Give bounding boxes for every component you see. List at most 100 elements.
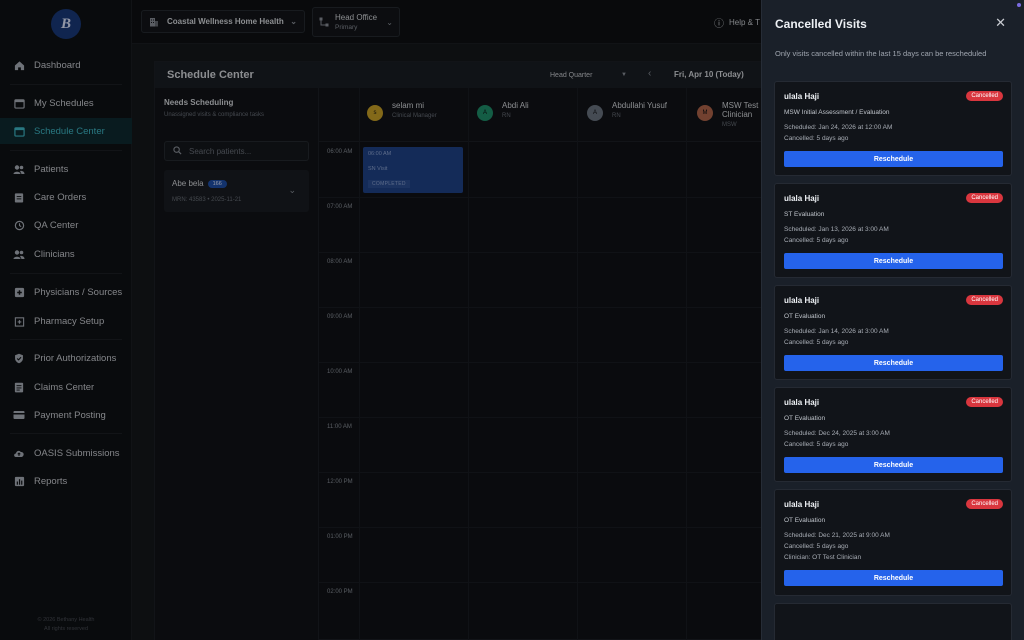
- sidebar-item-label: OASIS Submissions: [34, 447, 120, 459]
- close-icon[interactable]: ✕: [995, 15, 1006, 31]
- office-select[interactable]: Head Office Primary ⌄: [312, 7, 400, 37]
- sidebar-item-label: Prior Authorizations: [34, 352, 117, 364]
- reschedule-button[interactable]: Reschedule: [784, 457, 1003, 473]
- clinician-column-header[interactable]: A Abdi Ali RN: [477, 101, 529, 129]
- sidebar-item-prior-authorizations[interactable]: Prior Authorizations: [0, 345, 132, 371]
- sidebar-item-my-schedules[interactable]: My Schedules: [0, 90, 132, 116]
- avatar: A: [587, 105, 603, 121]
- scheduled-time: Scheduled: Jan 14, 2026 at 3:00 AM: [784, 328, 889, 335]
- cancelled-visit-card: ulala Haji Cancelled OT Evaluation Sched…: [774, 387, 1012, 482]
- location-label: Head Quarter: [550, 71, 593, 79]
- scheduled-time: Scheduled: Dec 21, 2025 at 9:00 AM: [784, 532, 890, 539]
- chevron-down-icon[interactable]: ⌄: [288, 185, 296, 196]
- clinician-column-header[interactable]: s selam mi Clinical Manager: [367, 101, 437, 129]
- sidebar-item-reports[interactable]: Reports: [0, 468, 132, 494]
- caret-down-icon: ▼: [621, 72, 627, 78]
- logo: B: [51, 9, 81, 39]
- home-icon: [13, 59, 25, 71]
- scheduled-time: Scheduled: Jan 13, 2026 at 3:00 AM: [784, 226, 889, 233]
- patient-name-row: Abe bela 166: [172, 179, 227, 188]
- nav-divider: [10, 84, 122, 85]
- status-badge: Cancelled: [966, 91, 1003, 101]
- cancelled-time: Cancelled: 5 days ago: [784, 543, 849, 550]
- visit-type: OT Evaluation: [784, 313, 826, 320]
- status-badge: Cancelled: [966, 499, 1003, 509]
- cloud-upload-icon: [13, 447, 25, 459]
- sidebar-item-payment-posting[interactable]: Payment Posting: [0, 402, 132, 428]
- nav-divider: [10, 273, 122, 274]
- copyright-line: All rights reserved: [43, 626, 89, 632]
- medical-plus-icon: [13, 286, 25, 298]
- help-button[interactable]: ⓘ Help & T: [714, 15, 760, 30]
- search-placeholder: Search patients...: [189, 146, 252, 156]
- visit-type: OT Evaluation: [784, 415, 826, 422]
- sidebar-item-label: Reports: [34, 475, 68, 487]
- clinician-line: Clinician: OT Test Clinician: [784, 554, 862, 561]
- patient-name: ulala Haji: [784, 296, 820, 305]
- org-tree-icon: [319, 17, 329, 27]
- search-patients-input[interactable]: Search patients...: [164, 141, 309, 161]
- drawer-title: Cancelled Visits: [775, 17, 867, 31]
- reschedule-button[interactable]: Reschedule: [784, 151, 1003, 167]
- sidebar-item-label: Pharmacy Setup: [34, 315, 105, 327]
- cancelled-visit-card: ulala Haji Cancelled ST Evaluation Sched…: [774, 183, 1012, 278]
- event-type: SN Visit: [368, 166, 388, 172]
- app-root: B Dashboard My Schedules Schedule Center…: [0, 0, 1024, 640]
- users-icon: [13, 248, 25, 260]
- sidebar-item-label: Schedule Center: [34, 125, 105, 137]
- current-date: Fri, Apr 10 (Today): [674, 70, 744, 79]
- cancelled-time: Cancelled: 5 days ago: [784, 237, 849, 244]
- sidebar-item-care-orders[interactable]: Care Orders: [0, 184, 132, 210]
- avatar: s: [367, 105, 383, 121]
- sidebar-item-schedule-center[interactable]: Schedule Center: [0, 118, 132, 144]
- sidebar-item-qa-center[interactable]: QA Center: [0, 212, 132, 238]
- cancelled-time: Cancelled: 5 days ago: [784, 339, 849, 346]
- sidebar-item-clinicians[interactable]: Clinicians: [0, 241, 132, 267]
- chevron-down-icon: ⌄: [290, 17, 297, 26]
- notification-dot: [1017, 3, 1021, 7]
- grid-divider: [686, 88, 687, 640]
- cancelled-visit-card: ulala Haji Cancelled OT Evaluation Sched…: [774, 489, 1012, 596]
- sidebar-item-patients[interactable]: Patients: [0, 156, 132, 182]
- time-label: 11:00 AM: [327, 424, 352, 430]
- reschedule-button[interactable]: Reschedule: [784, 570, 1003, 586]
- sidebar-item-physicians-sources[interactable]: Physicians / Sources: [0, 279, 132, 305]
- grid-divider: [468, 88, 469, 640]
- patient-name: ulala Haji: [784, 92, 820, 101]
- count-badge: 166: [207, 179, 227, 188]
- sidebar-item-dashboard[interactable]: Dashboard: [0, 52, 132, 78]
- time-label: 02:00 PM: [327, 589, 353, 595]
- previous-day-button[interactable]: ‹: [648, 68, 651, 79]
- patient-name: ulala Haji: [784, 398, 820, 407]
- location-select[interactable]: Head Quarter ▼: [545, 67, 631, 83]
- visit-type: MSW Initial Assessment / Evaluation: [784, 109, 890, 116]
- building-icon: [149, 17, 159, 27]
- reschedule-button[interactable]: Reschedule: [784, 253, 1003, 269]
- cancelled-time: Cancelled: 5 days ago: [784, 441, 849, 448]
- sidebar-item-pharmacy-setup[interactable]: Pharmacy Setup: [0, 308, 132, 334]
- chart-icon: [13, 475, 25, 487]
- document-icon: [13, 381, 25, 393]
- office-name: Head Office: [335, 13, 378, 22]
- reschedule-button[interactable]: Reschedule: [784, 355, 1003, 371]
- sidebar-item-claims-center[interactable]: Claims Center: [0, 374, 132, 400]
- patient-card[interactable]: Abe bela 166 MRN: 43583 • 2025-11-21 ⌄: [164, 170, 309, 212]
- office-subtitle: Primary: [335, 24, 358, 31]
- cancelled-visits-drawer: Cancelled Visits ✕ Only visits cancelled…: [761, 0, 1024, 640]
- sidebar-item-label: Care Orders: [34, 191, 87, 203]
- organization-select[interactable]: Coastal Wellness Home Health ⌄: [141, 10, 305, 33]
- sidebar-item-label: Clinicians: [34, 248, 75, 260]
- clinician-info: Abdullahi Yusuf RN: [612, 101, 667, 119]
- page-title: Schedule Center: [167, 69, 254, 81]
- clinician-name: Abdullahi Yusuf: [612, 101, 668, 110]
- needs-scheduling-title: Needs Scheduling: [164, 98, 234, 107]
- sidebar-item-label: My Schedules: [34, 97, 94, 109]
- time-label: 08:00 AM: [327, 259, 353, 265]
- time-label: 01:00 PM: [327, 534, 353, 540]
- visit-event[interactable]: 06:00 AM SN Visit COMPLETED: [363, 147, 463, 193]
- visit-type: OT Evaluation: [784, 517, 826, 524]
- time-label: 12:00 PM: [327, 479, 353, 485]
- sidebar-item-oasis-submissions[interactable]: OASIS Submissions: [0, 440, 132, 466]
- clinician-column-header[interactable]: A Abdullahi Yusuf RN: [587, 101, 667, 129]
- time-label: 06:00 AM: [327, 149, 353, 155]
